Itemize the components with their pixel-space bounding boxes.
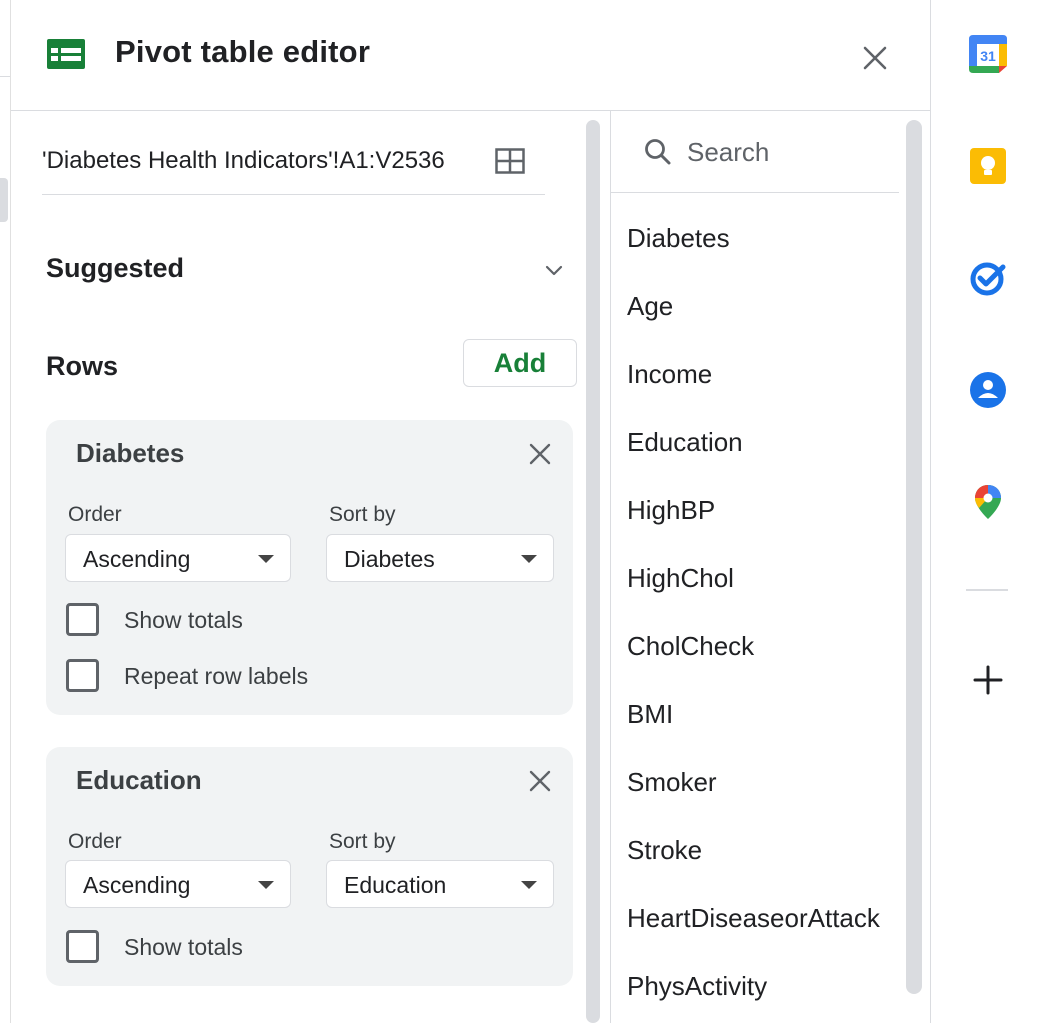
sortby-select-value: Education <box>344 872 447 898</box>
field-list-item[interactable]: PhysActivity <box>627 971 897 1002</box>
field-list-item[interactable]: Diabetes <box>627 223 897 254</box>
sheet-edge <box>0 0 11 1023</box>
close-icon[interactable] <box>857 40 893 76</box>
order-select-value: Ascending <box>83 546 191 572</box>
add-row-button[interactable]: Add <box>463 339 577 387</box>
dropdown-arrow-icon <box>258 555 274 563</box>
contacts-icon[interactable] <box>968 370 1008 410</box>
close-icon[interactable] <box>526 440 554 468</box>
field-list-item[interactable]: Stroke <box>627 835 897 866</box>
close-icon[interactable] <box>526 767 554 795</box>
chevron-down-icon[interactable] <box>542 259 566 283</box>
plus-icon[interactable] <box>970 662 1006 698</box>
sortby-select-value: Diabetes <box>344 546 435 572</box>
dropdown-arrow-icon <box>521 555 537 563</box>
dropdown-arrow-icon <box>521 881 537 889</box>
range-underline <box>42 194 545 195</box>
field-list-item[interactable]: Smoker <box>627 767 897 798</box>
side-panel-separator <box>966 589 1008 591</box>
search-input[interactable] <box>687 129 887 175</box>
sortby-label: Sort by <box>329 830 396 853</box>
field-list-item[interactable]: BMI <box>627 699 897 730</box>
field-list-item[interactable]: Age <box>627 291 897 322</box>
sortby-select[interactable]: Education <box>326 860 554 908</box>
show-totals-label[interactable]: Show totals <box>124 607 243 634</box>
sheet-row-header[interactable] <box>0 178 8 222</box>
row-card-title: Education <box>76 765 202 795</box>
dropdown-arrow-icon <box>258 881 274 889</box>
calendar-day: 31 <box>980 48 996 64</box>
tasks-icon[interactable] <box>968 258 1008 298</box>
order-select-value: Ascending <box>83 872 191 898</box>
select-range-grid-icon[interactable] <box>495 148 525 174</box>
calendar-icon[interactable]: 31 <box>968 34 1008 74</box>
repeat-row-labels-label[interactable]: Repeat row labels <box>124 663 308 690</box>
field-list-scrollbar[interactable] <box>906 120 922 994</box>
field-list-item[interactable]: CholCheck <box>627 631 897 662</box>
data-range-text[interactable]: 'Diabetes Health Indicators'!A1:V2536 <box>42 147 445 175</box>
show-totals-checkbox[interactable] <box>66 930 99 963</box>
sortby-label: Sort by <box>329 503 396 526</box>
maps-icon[interactable] <box>968 482 1008 522</box>
repeat-row-labels-checkbox[interactable] <box>66 659 99 692</box>
page-title: Pivot table editor <box>115 34 371 69</box>
row-card-education: Education Order Sort by Ascending Educat… <box>46 747 573 986</box>
app-window: Pivot table editor 'Diabetes Health Indi… <box>0 0 1042 1023</box>
rows-heading: Rows <box>46 351 119 381</box>
field-list-panel: Diabetes Age Income Education HighBP HighChol… <box>611 111 930 1023</box>
field-list-item[interactable]: Education <box>627 427 897 458</box>
field-list-item[interactable]: HighBP <box>627 495 897 526</box>
suggested-heading[interactable]: Suggested <box>46 253 184 284</box>
config-scrollbar[interactable] <box>586 120 600 1023</box>
field-list-item[interactable]: HighChol <box>627 563 897 594</box>
sheets-table-icon <box>47 39 85 69</box>
order-select[interactable]: Ascending <box>65 534 291 582</box>
show-totals-checkbox[interactable] <box>66 603 99 636</box>
row-card-diabetes: Diabetes Order Sort by Ascending Diabete… <box>46 420 573 715</box>
search-icon <box>645 139 671 165</box>
keep-icon[interactable] <box>968 146 1008 186</box>
order-label: Order <box>68 830 122 853</box>
show-totals-label[interactable]: Show totals <box>124 934 243 961</box>
order-select[interactable]: Ascending <box>65 860 291 908</box>
editor-header: Pivot table editor <box>11 0 930 111</box>
field-list-item[interactable]: HeartDiseaseorAttack <box>627 903 897 934</box>
sortby-select[interactable]: Diabetes <box>326 534 554 582</box>
side-panel-divider <box>930 0 931 1023</box>
row-card-title: Diabetes <box>76 438 185 468</box>
search-underline <box>611 192 899 193</box>
pivot-config-panel: 'Diabetes Health Indicators'!A1:V2536 Su… <box>11 111 601 1023</box>
order-label: Order <box>68 503 122 526</box>
sheet-gridline <box>0 76 10 77</box>
field-list-item[interactable]: Income <box>627 359 897 390</box>
